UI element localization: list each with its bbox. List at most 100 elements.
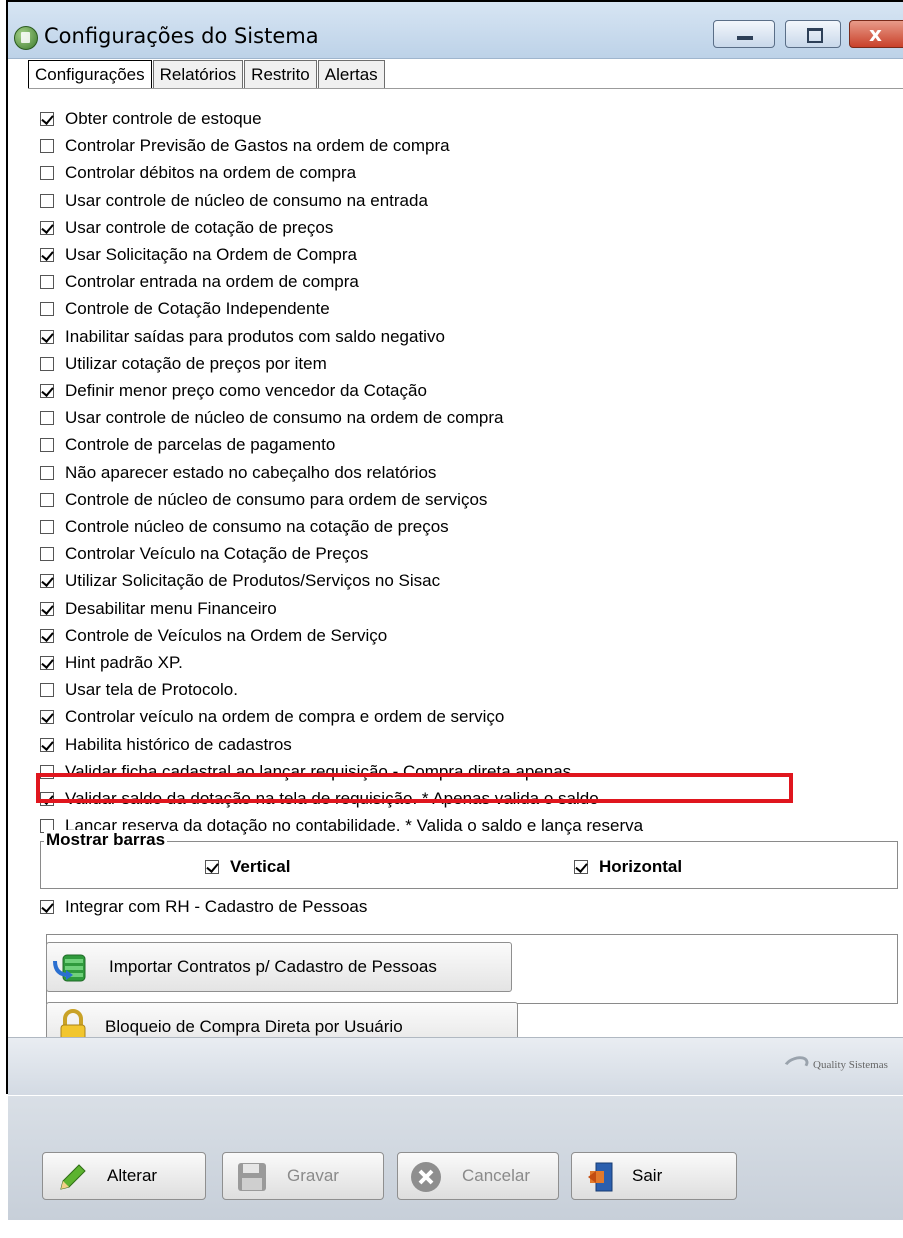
- maximize-button[interactable]: [785, 20, 841, 48]
- checkbox-box[interactable]: [40, 330, 54, 344]
- checkbox-box[interactable]: [40, 248, 54, 262]
- mostrar-barras-title: Mostrar barras: [44, 830, 168, 850]
- pencil-icon: [60, 1164, 86, 1190]
- close-button[interactable]: x: [849, 20, 903, 48]
- sair-label: Sair: [632, 1166, 663, 1185]
- alterar-button[interactable]: Alterar: [42, 1152, 206, 1200]
- checkbox-box[interactable]: [40, 710, 54, 724]
- checkbox-box[interactable]: [40, 574, 54, 588]
- checkbox-box[interactable]: [40, 166, 54, 180]
- checkbox-box[interactable]: [40, 602, 54, 616]
- tab-divider: [28, 88, 903, 89]
- minimize-button[interactable]: [713, 20, 775, 48]
- option-label: Usar Solicitação na Ordem de Compra: [65, 245, 357, 264]
- option-label: Controle de núcleo de consumo para ordem…: [65, 490, 488, 509]
- import-label: Importar Contratos p/ Cadastro de Pessoa…: [109, 957, 437, 976]
- tab-alertas[interactable]: Alertas: [317, 60, 385, 88]
- settings-window: Configurações do Sistema x Configurações…: [6, 0, 903, 1220]
- checkbox-box[interactable]: [40, 411, 54, 425]
- title-bar[interactable]: Configurações do Sistema x: [8, 2, 903, 59]
- cancelar-label: Cancelar: [462, 1166, 531, 1185]
- tab-restrito[interactable]: Restrito: [244, 60, 317, 88]
- option-checkbox[interactable]: Obter controle de estoque: [40, 107, 262, 131]
- window-title: Configurações do Sistema: [44, 24, 319, 48]
- close-icon: x: [869, 22, 882, 46]
- checkbox-box[interactable]: [40, 384, 54, 398]
- option-checkbox[interactable]: Utilizar cotação de preços por item: [40, 352, 327, 376]
- checkbox-box[interactable]: [40, 683, 54, 697]
- option-label: Controlar Veículo na Cotação de Preços: [65, 544, 369, 563]
- option-checkbox[interactable]: Habilita histórico de cadastros: [40, 733, 292, 757]
- checkbox-box[interactable]: [40, 466, 54, 480]
- checkbox-box[interactable]: [40, 221, 54, 235]
- option-checkbox[interactable]: Usar controle de núcleo de consumo na or…: [40, 406, 503, 430]
- app-icon: [14, 26, 38, 50]
- option-checkbox[interactable]: Desabilitar menu Financeiro: [40, 597, 277, 621]
- vertical-checkbox[interactable]: Vertical: [205, 857, 291, 877]
- option-checkbox[interactable]: Controlar Previsão de Gastos na ordem de…: [40, 134, 450, 158]
- option-checkbox[interactable]: Controle de parcelas de pagamento: [40, 433, 335, 457]
- option-checkbox[interactable]: Definir menor preço como vencedor da Cot…: [40, 379, 427, 403]
- brand-name: Quality Sistemas: [813, 1059, 888, 1071]
- option-label: Habilita histórico de cadastros: [65, 735, 292, 754]
- horizontal-checkbox[interactable]: Horizontal: [574, 857, 682, 877]
- import-contracts-button[interactable]: Importar Contratos p/ Cadastro de Pessoa…: [46, 942, 512, 992]
- option-label: Controle de Cotação Independente: [65, 299, 330, 318]
- checkbox-box[interactable]: [40, 302, 54, 316]
- horizontal-checkbox-box[interactable]: [574, 860, 588, 874]
- option-checkbox[interactable]: Usar tela de Protocolo.: [40, 678, 238, 702]
- sair-button[interactable]: Sair: [571, 1152, 737, 1200]
- tab-configuracoes[interactable]: Configurações: [28, 60, 152, 88]
- option-label: Utilizar cotação de preços por item: [65, 354, 327, 373]
- option-checkbox[interactable]: Hint padrão XP.: [40, 651, 183, 675]
- option-label: Usar controle de núcleo de consumo na or…: [65, 408, 504, 427]
- checkbox-box[interactable]: [40, 357, 54, 371]
- checkbox-box[interactable]: [40, 520, 54, 534]
- save-icon: [238, 1163, 266, 1191]
- gravar-label: Gravar: [287, 1166, 339, 1185]
- option-checkbox[interactable]: Controlar entrada na ordem de compra: [40, 270, 359, 294]
- option-checkbox[interactable]: Inabilitar saídas para produtos com sald…: [40, 325, 445, 349]
- option-checkbox[interactable]: Controle núcleo de consumo na cotação de…: [40, 515, 449, 539]
- checkbox-box[interactable]: [40, 656, 54, 670]
- mostrar-barras-group: [40, 841, 898, 889]
- checkbox-box[interactable]: [40, 738, 54, 752]
- option-checkbox[interactable]: Utilizar Solicitação de Produtos/Serviço…: [40, 569, 440, 593]
- rh-checkbox-box[interactable]: [40, 900, 54, 914]
- alterar-label: Alterar: [107, 1166, 158, 1185]
- option-label: Definir menor preço como vencedor da Cot…: [65, 381, 427, 400]
- option-checkbox[interactable]: Controlar Veículo na Cotação de Preços: [40, 542, 368, 566]
- option-label: Controlar débitos na ordem de compra: [65, 163, 357, 182]
- option-checkbox[interactable]: Usar controle de núcleo de consumo na en…: [40, 189, 428, 213]
- exit-door-icon: [588, 1162, 613, 1192]
- tab-bar: Configurações Relatórios Restrito Alerta…: [28, 60, 386, 88]
- checkbox-box[interactable]: [40, 493, 54, 507]
- rh-checkbox[interactable]: Integrar com RH - Cadastro de Pessoas: [40, 895, 367, 919]
- option-checkbox[interactable]: Controle de Cotação Independente: [40, 297, 330, 321]
- option-checkbox[interactable]: Controlar débitos na ordem de compra: [40, 161, 356, 185]
- checkbox-box[interactable]: [40, 547, 54, 561]
- option-label: Hint padrão XP.: [65, 653, 183, 672]
- option-checkbox[interactable]: Usar controle de cotação de preços: [40, 216, 333, 240]
- checkbox-box[interactable]: [40, 112, 54, 126]
- option-label: Controle de Veículos na Ordem de Serviço: [65, 626, 388, 645]
- option-label: Usar controle de cotação de preços: [65, 218, 334, 237]
- checkbox-box[interactable]: [40, 629, 54, 643]
- cancel-icon: [411, 1162, 441, 1192]
- cancelar-button[interactable]: Cancelar: [397, 1152, 559, 1200]
- option-checkbox[interactable]: Controle de núcleo de consumo para ordem…: [40, 488, 487, 512]
- checkbox-box[interactable]: [40, 438, 54, 452]
- checkbox-box[interactable]: [40, 139, 54, 153]
- checkbox-box[interactable]: [40, 275, 54, 289]
- option-checkbox[interactable]: Controlar veículo na ordem de compra e o…: [40, 705, 504, 729]
- highlight-box: [36, 773, 793, 803]
- option-checkbox[interactable]: Controle de Veículos na Ordem de Serviço: [40, 624, 387, 648]
- gravar-button[interactable]: Gravar: [222, 1152, 384, 1200]
- checkbox-box[interactable]: [40, 194, 54, 208]
- vertical-checkbox-box[interactable]: [205, 860, 219, 874]
- option-checkbox[interactable]: Não aparecer estado no cabeçalho dos rel…: [40, 461, 436, 485]
- option-checkbox[interactable]: Usar Solicitação na Ordem de Compra: [40, 243, 357, 267]
- option-label: Controlar entrada na ordem de compra: [65, 272, 359, 291]
- brand-logo: Quality Sistemas: [781, 1053, 888, 1077]
- tab-relatorios[interactable]: Relatórios: [152, 60, 244, 88]
